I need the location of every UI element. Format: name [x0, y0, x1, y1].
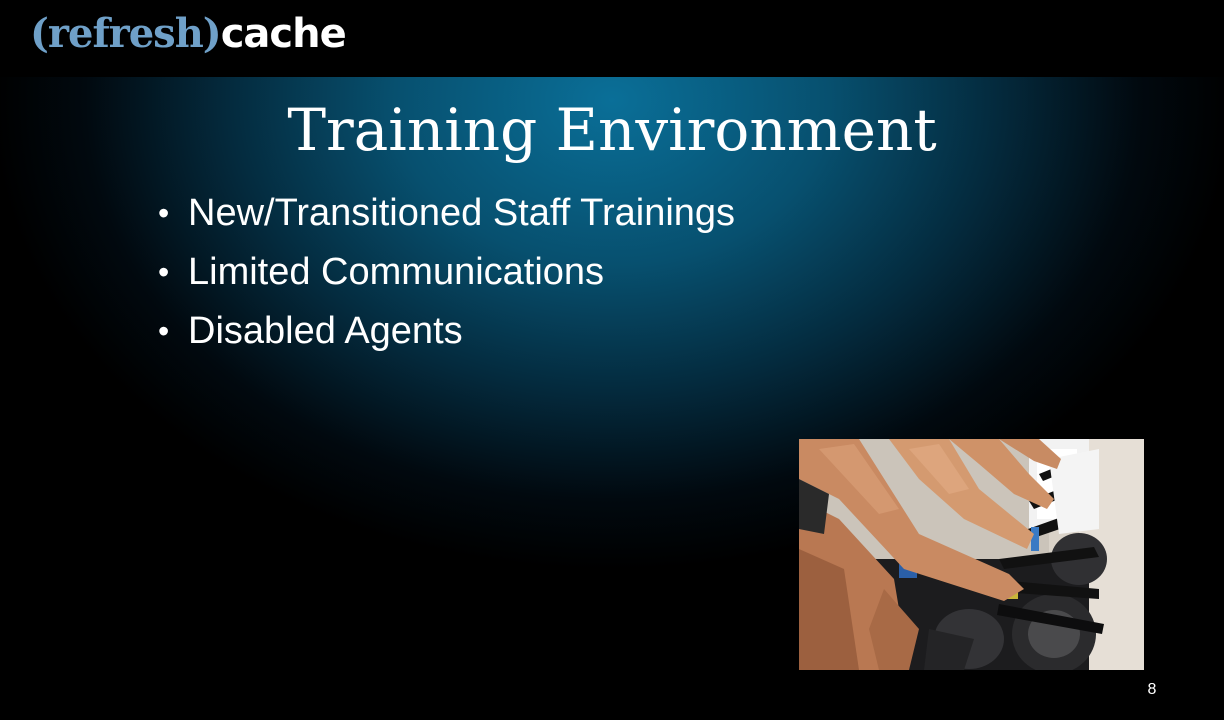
bullet-item: • New/Transitioned Staff Trainings — [158, 184, 735, 243]
spin-class-illustration — [799, 439, 1144, 670]
logo-refresh-text: (refresh) — [30, 10, 222, 57]
page-number: 8 — [1147, 681, 1157, 698]
slide-title: Training Environment — [287, 96, 937, 164]
bullet-item: • Disabled Agents — [158, 302, 735, 361]
bullet-dot-icon: • — [158, 254, 170, 290]
bullet-list: • New/Transitioned Staff Trainings • Lim… — [158, 184, 735, 361]
refreshcache-logo: (refresh)cache — [30, 8, 347, 60]
bullet-text: New/Transitioned Staff Trainings — [188, 192, 736, 234]
bullet-text: Limited Communications — [188, 251, 605, 293]
bullet-text: Disabled Agents — [188, 310, 463, 352]
bullet-dot-icon: • — [158, 313, 170, 349]
slide: (refresh)cache Training Environment • Ne… — [0, 0, 1224, 720]
logo-cache-text: cache — [220, 11, 347, 57]
bullet-dot-icon: • — [158, 195, 170, 231]
spin-class-photo — [799, 439, 1144, 670]
bullet-item: • Limited Communications — [158, 243, 735, 302]
header-bar: (refresh)cache — [0, 0, 1224, 77]
